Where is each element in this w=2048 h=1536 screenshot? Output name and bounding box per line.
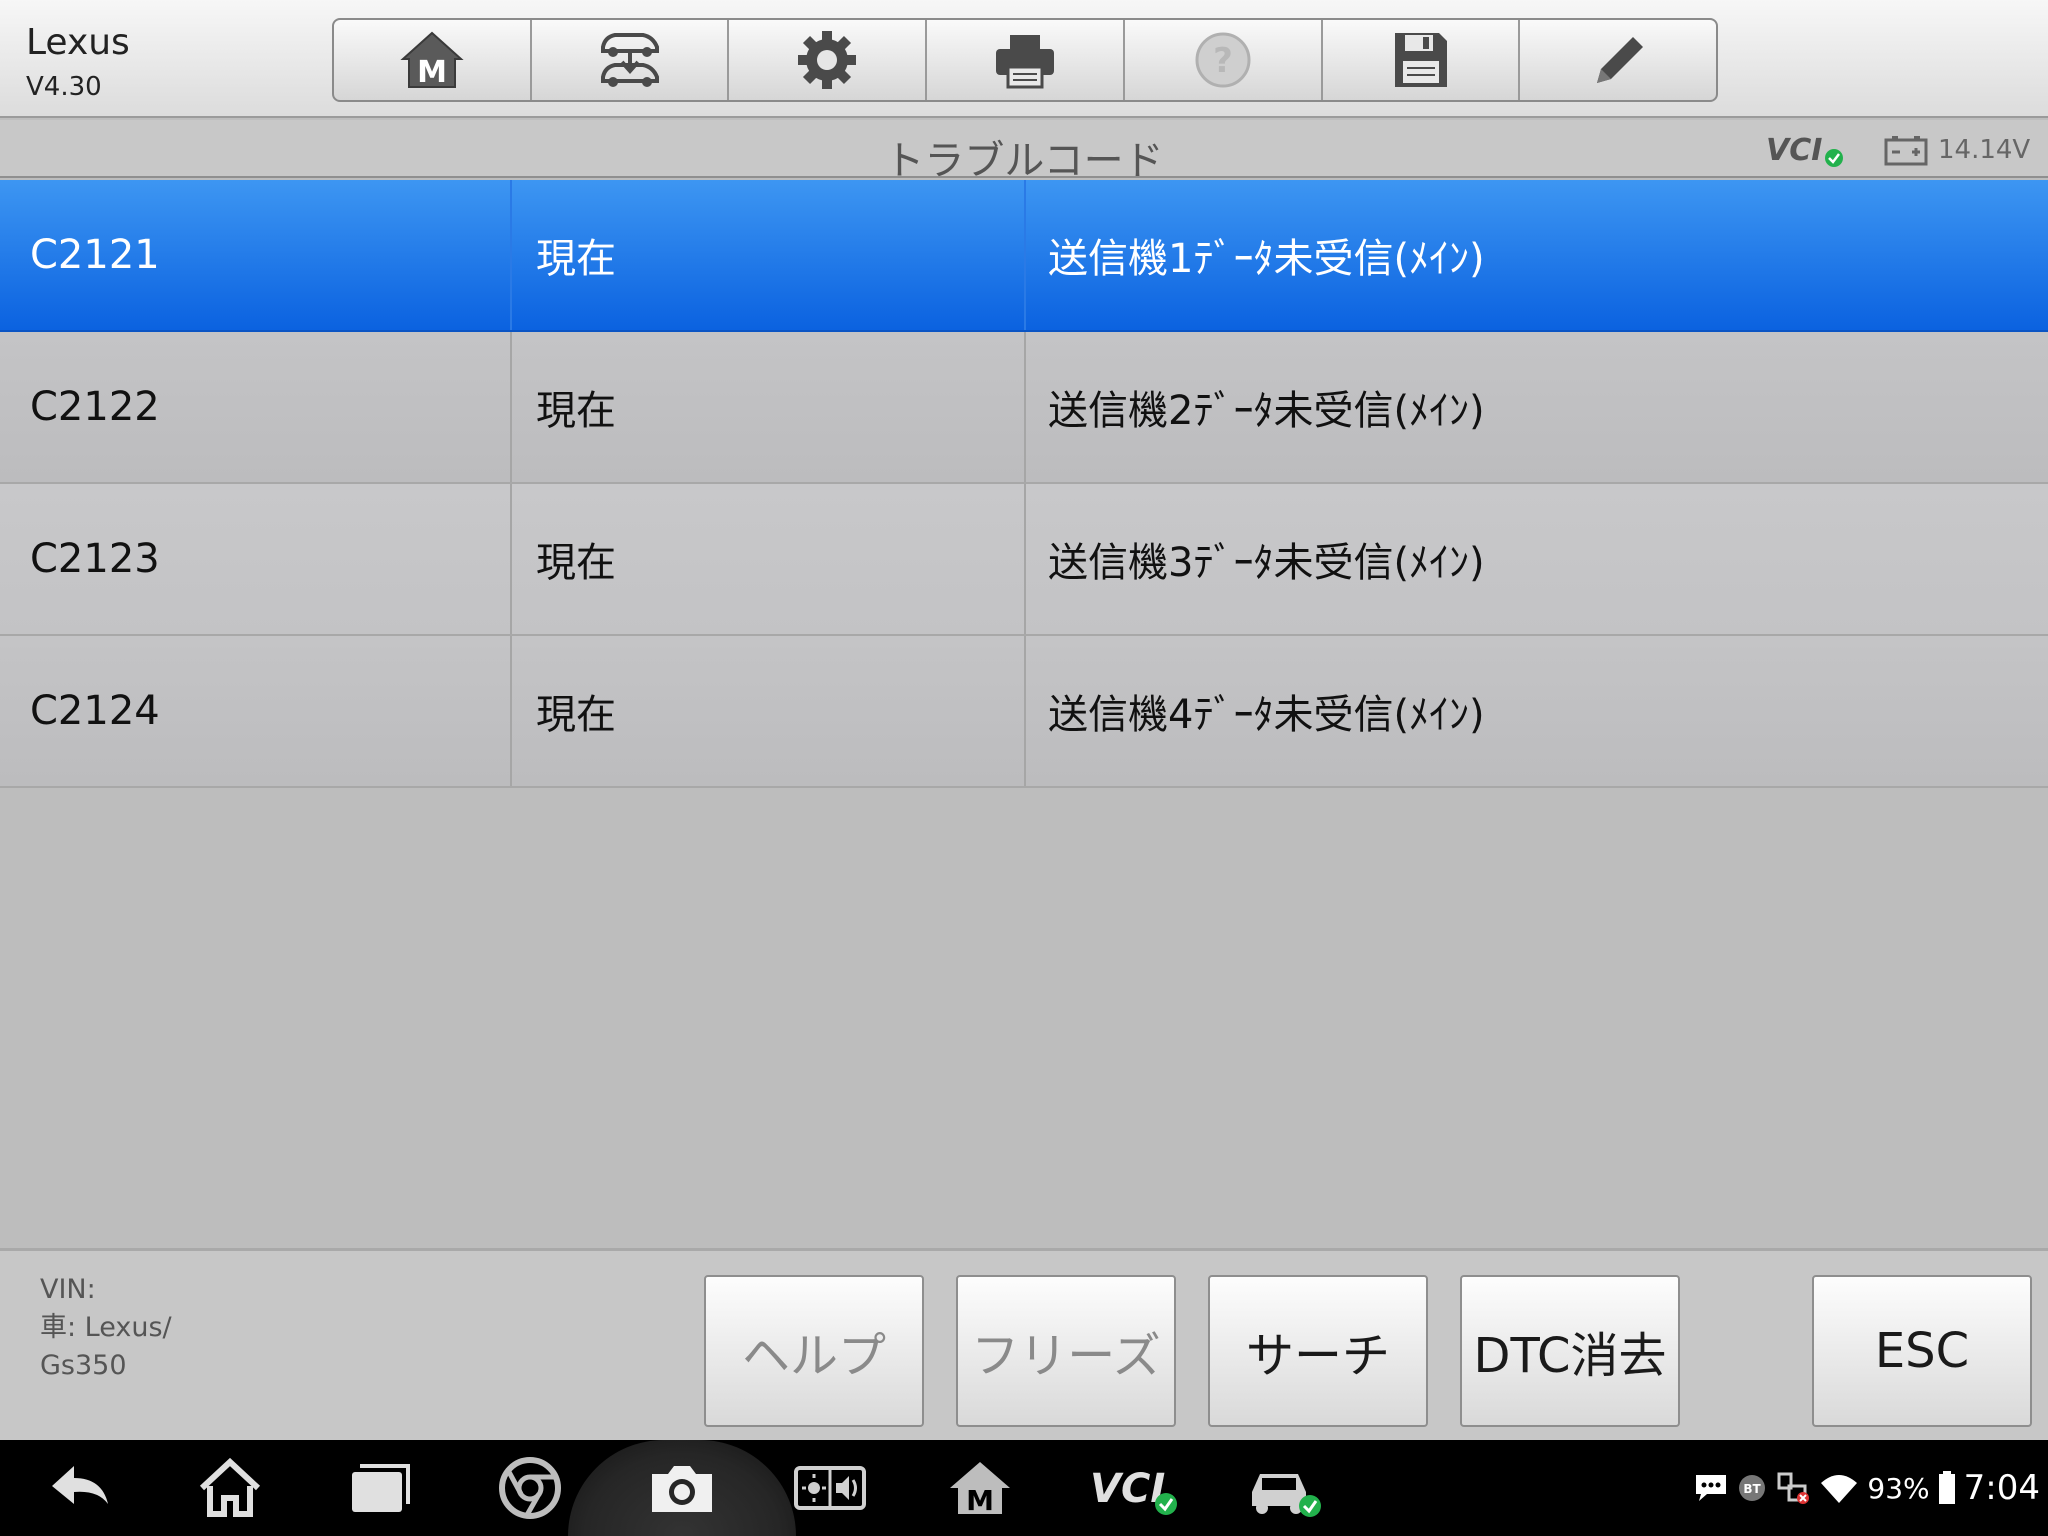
vehicle-make: 車: Lexus/ xyxy=(40,1312,172,1343)
home-button[interactable]: M xyxy=(334,20,532,100)
table-row[interactable]: C2122 現在 送信機2ﾃﾞｰﾀ未受信(ﾒｲﾝ) xyxy=(0,332,2048,484)
settings-button[interactable] xyxy=(729,20,928,100)
dtc-code: C2124 xyxy=(0,636,512,786)
vehicle-swap-button[interactable] xyxy=(532,20,730,100)
back-button[interactable] xyxy=(44,1452,116,1524)
vehicle-swap-icon xyxy=(600,33,659,87)
clock: 7:04 xyxy=(1963,1468,2040,1508)
edit-button[interactable] xyxy=(1520,20,1716,100)
bt-label: BT xyxy=(1744,1482,1762,1496)
home-m-icon: M xyxy=(400,31,464,90)
dtc-status: 現在 xyxy=(512,636,1026,786)
vin-label: VIN: xyxy=(40,1274,96,1305)
maxisys-home-button[interactable]: M xyxy=(944,1452,1016,1524)
home-m-icon: M xyxy=(950,1462,1010,1517)
freeze-button[interactable]: フリーズ xyxy=(956,1275,1176,1427)
dtc-code: C2122 xyxy=(0,332,512,482)
app-name: Lexus xyxy=(26,22,130,63)
brightness-volume-icon xyxy=(794,1466,866,1510)
svg-text:M: M xyxy=(417,55,447,90)
svg-text:VCI: VCI xyxy=(1766,133,1822,168)
vehicle-info: VIN: 車: Lexus/ Gs350 xyxy=(40,1271,172,1385)
message-notification-icon xyxy=(1696,1475,1727,1501)
app-version: V4.30 xyxy=(26,72,102,102)
status-tray: BT 93% 7:04 xyxy=(1693,1462,2040,1514)
camera-icon xyxy=(652,1466,712,1512)
vci-status: VCI xyxy=(1766,130,1846,174)
print-button[interactable] xyxy=(927,20,1125,100)
home-nav-button[interactable] xyxy=(194,1452,266,1524)
dtc-description: 送信機3ﾃﾞｰﾀ未受信(ﾒｲﾝ) xyxy=(1048,540,1485,586)
table-row[interactable]: C2123 現在 送信機3ﾃﾞｰﾀ未受信(ﾒｲﾝ) xyxy=(0,484,2048,636)
esc-button[interactable]: ESC xyxy=(1812,1275,2032,1427)
vehicle-model: Gs350 xyxy=(40,1350,127,1381)
search-button[interactable]: サーチ xyxy=(1208,1275,1428,1427)
toolbar: M ? xyxy=(332,18,1718,102)
chrome-icon xyxy=(499,1457,561,1519)
battery-voltage: 14.14V xyxy=(1938,135,2031,165)
gear-icon xyxy=(798,31,857,89)
recent-apps-button[interactable] xyxy=(344,1452,416,1524)
dtc-status: 現在 xyxy=(512,180,1026,330)
vci-label: VCI xyxy=(1090,1466,1165,1512)
dtc-status: 現在 xyxy=(512,484,1026,634)
dtc-description: 送信機4ﾃﾞｰﾀ未受信(ﾒｲﾝ) xyxy=(1048,692,1485,738)
system-nav-bar: M VCI BT 93% 7:04 xyxy=(0,1440,2048,1536)
svg-text:M: M xyxy=(966,1484,994,1517)
dtc-table: C2121 現在 送信機1ﾃﾞｰﾀ未受信(ﾒｲﾝ) C2122 現在 送信機2ﾃ… xyxy=(0,180,2048,788)
pencil-icon xyxy=(1597,37,1644,83)
printer-icon xyxy=(996,35,1055,89)
vci-connected-icon: VCI xyxy=(1090,1466,1177,1515)
screenshot-button[interactable] xyxy=(646,1452,718,1524)
vci-manager-button[interactable]: VCI xyxy=(1090,1452,1180,1524)
browser-button[interactable] xyxy=(494,1452,566,1524)
help-button[interactable]: ? xyxy=(1125,20,1323,100)
title-bar: トラブルコード VCI 14.14V xyxy=(0,120,2048,184)
dtc-code: C2123 xyxy=(0,484,512,634)
app-header: Lexus V4.30 M ? xyxy=(0,0,2048,118)
wifi-icon xyxy=(1821,1475,1858,1503)
table-row[interactable]: C2124 現在 送信機4ﾃﾞｰﾀ未受信(ﾒｲﾝ) xyxy=(0,636,2048,788)
dtc-code: C2121 xyxy=(0,180,512,330)
clear-dtc-button[interactable]: DTC消去 xyxy=(1460,1275,1680,1427)
vehicle-menu-button[interactable] xyxy=(1244,1452,1324,1524)
car-battery-icon xyxy=(1884,136,1928,166)
battery-status: 14.14V xyxy=(1884,134,2030,166)
help-action-button[interactable]: ヘルプ xyxy=(704,1275,924,1427)
help-icon: ? xyxy=(1195,32,1251,88)
network-error-icon xyxy=(1777,1472,1810,1504)
home-icon xyxy=(199,1457,261,1517)
dtc-status: 現在 xyxy=(512,332,1026,482)
bottom-panel: VIN: 車: Lexus/ Gs350 ヘルプ フリーズ サーチ DTC消去 … xyxy=(0,1248,2048,1440)
page-title: トラブルコード xyxy=(884,138,1164,184)
table-row[interactable]: C2121 現在 送信機1ﾃﾞｰﾀ未受信(ﾒｲﾝ) xyxy=(0,180,2048,332)
floppy-disk-icon xyxy=(1395,33,1448,87)
vci-connected-icon: VCI xyxy=(1766,133,1843,168)
svg-text:?: ? xyxy=(1213,41,1233,81)
bluetooth-badge-icon: BT xyxy=(1739,1475,1766,1501)
recent-apps-icon xyxy=(352,1464,410,1512)
back-icon xyxy=(52,1466,108,1504)
dtc-description: 送信機1ﾃﾞｰﾀ未受信(ﾒｲﾝ) xyxy=(1048,236,1485,282)
save-button[interactable] xyxy=(1323,20,1521,100)
battery-percent: 93% xyxy=(1867,1471,1930,1505)
battery-icon xyxy=(1938,1471,1955,1504)
brightness-volume-button[interactable] xyxy=(794,1452,866,1524)
dtc-description: 送信機2ﾃﾞｰﾀ未受信(ﾒｲﾝ) xyxy=(1048,388,1485,434)
car-connected-icon xyxy=(1252,1474,1321,1517)
